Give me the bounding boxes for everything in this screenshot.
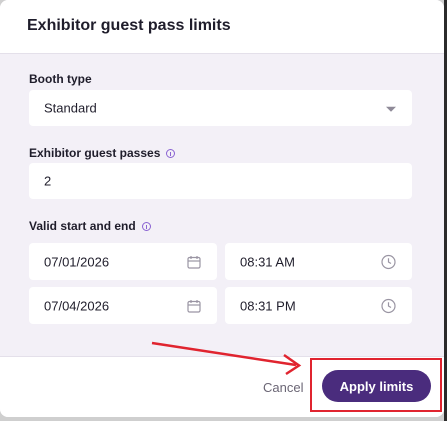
- start-time-input[interactable]: 08:31 AM: [225, 243, 412, 280]
- calendar-icon[interactable]: [187, 255, 201, 269]
- highlight-box: [310, 358, 442, 412]
- booth-type-value: Standard: [44, 100, 97, 116]
- info-icon[interactable]: [166, 148, 176, 158]
- end-time-input[interactable]: 08:31 PM: [225, 287, 412, 324]
- start-date-input[interactable]: 07/01/2026: [29, 243, 217, 280]
- start-time-value: 08:31 AM: [240, 254, 295, 269]
- dialog-title: Exhibitor guest pass limits: [27, 17, 231, 34]
- guest-pass-limits-dialog: Exhibitor guest pass limits Booth type S…: [0, 0, 444, 417]
- end-date-value: 07/04/2026: [44, 298, 110, 313]
- booth-type-label: Booth type: [29, 72, 92, 86]
- clock-icon[interactable]: [381, 298, 396, 313]
- start-date-value: 07/01/2026: [44, 254, 110, 269]
- cancel-button[interactable]: Cancel: [263, 380, 303, 395]
- guest-passes-label: Exhibitor guest passes: [29, 146, 176, 160]
- end-date-input[interactable]: 07/04/2026: [29, 287, 217, 324]
- guest-passes-input[interactable]: 2: [29, 163, 412, 199]
- booth-type-select[interactable]: Standard: [29, 90, 412, 126]
- guest-passes-value: 2: [44, 173, 52, 189]
- dialog-header: Exhibitor guest pass limits: [0, 0, 444, 54]
- clock-icon[interactable]: [381, 254, 396, 269]
- info-icon[interactable]: [141, 221, 151, 231]
- chevron-down-icon: [386, 106, 396, 112]
- calendar-icon[interactable]: [187, 299, 201, 313]
- validity-label: Valid start and end: [29, 219, 151, 233]
- end-time-value: 08:31 PM: [240, 298, 296, 313]
